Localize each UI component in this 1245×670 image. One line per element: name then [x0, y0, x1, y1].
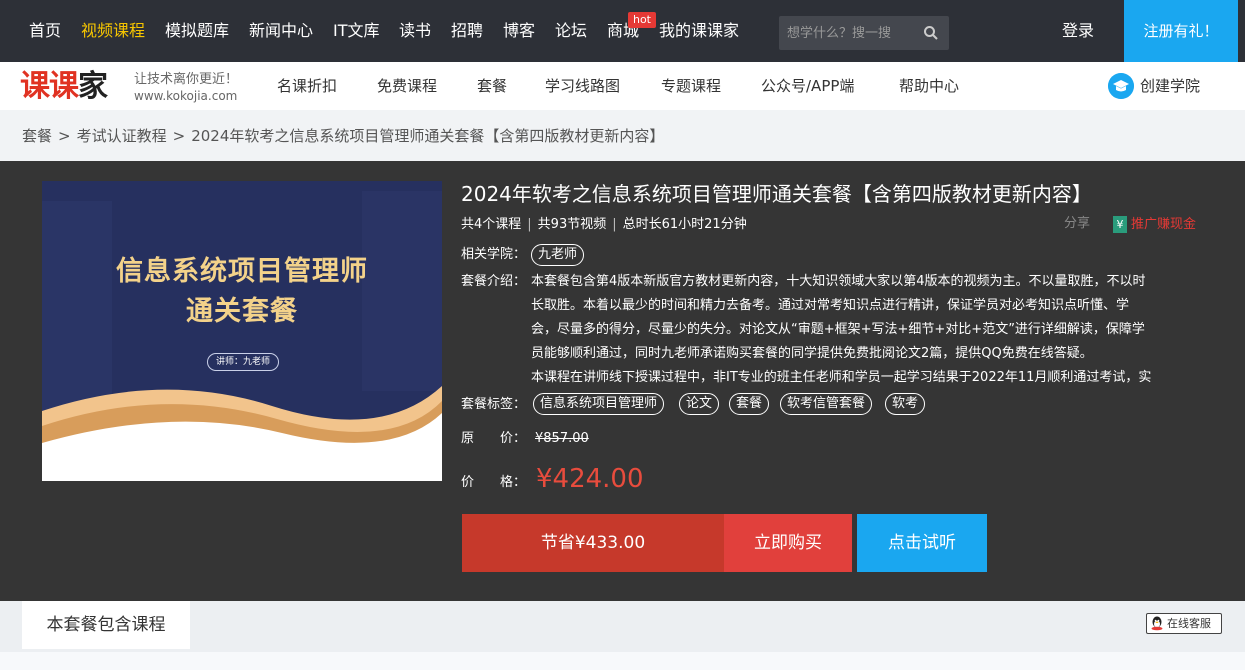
original-price-label: 原 价： [461, 431, 527, 446]
cover-dots [228, 472, 258, 478]
graduation-cap-icon [1108, 73, 1134, 99]
subnav-free-courses[interactable]: 免费课程 [377, 76, 437, 96]
register-button[interactable]: 注册有礼！ [1124, 0, 1238, 62]
search-input[interactable] [779, 16, 913, 50]
description-line: 会，尽量多的得分，尽量少的失分。对论文从“审题+框架+写法+细节+对比+范文”进… [531, 322, 1145, 337]
course-title: 2024年软考之信息系统项目管理师通关套餐【含第四版教材更新内容】 [461, 182, 1092, 206]
sub-nav: 课课家 让技术离你更近！ www.kokojia.com 名课折扣 免费课程 套… [0, 62, 1245, 110]
description-line: 员能够顺利通过，同时九老师承诺购买套餐的同学提供免费批阅论文2篇，提供QQ免费在… [531, 346, 1093, 361]
subnav-discount[interactable]: 名课折扣 [277, 76, 337, 96]
cover-title-line1: 信息系统项目管理师 [116, 256, 368, 287]
trial-listen-button[interactable]: 点击试听 [857, 514, 987, 572]
video-count: 共93节视频 [537, 217, 607, 232]
breadcrumb: 套餐 > 考试认证教程 >2024年软考之信息系统项目管理师通关套餐【含第四版教材更新… [22, 127, 665, 145]
college-tag[interactable]: 九老师 [531, 244, 585, 266]
nav-video-courses[interactable]: 视频课程 [81, 20, 145, 42]
buy-now-button[interactable]: 立即购买 [724, 514, 852, 572]
nav-reading[interactable]: 读书 [399, 20, 431, 42]
cover-teacher: 讲师：九老师 [207, 353, 279, 371]
description-line: 本课程在讲师线下授课过程中，非IT专业的班主任老师和学员一起学习结果于2022年… [531, 370, 1152, 385]
subnav-packages[interactable]: 套餐 [477, 76, 507, 96]
search-box [779, 16, 949, 50]
tags-label: 套餐标签： [461, 397, 527, 412]
tag-item[interactable]: 软考信管套餐 [780, 393, 873, 415]
online-service-button[interactable]: 在线客服 [1146, 613, 1222, 634]
tab-included-courses[interactable]: 本套餐包含课程 [22, 601, 190, 649]
tag-item[interactable]: 软考 [885, 393, 926, 415]
college-label: 相关学院： [461, 247, 527, 262]
subnav-app[interactable]: 公众号/APP端 [761, 76, 854, 96]
price-label: 价 格： [461, 475, 527, 490]
savings-display: 节省¥433.00 [462, 514, 724, 572]
nav-home[interactable]: 首页 [29, 20, 61, 42]
original-price: ¥857.00 [535, 431, 589, 446]
nav-question-bank[interactable]: 模拟题库 [165, 20, 229, 42]
tag-item[interactable]: 信息系统项目管理师 [533, 393, 665, 415]
tag-item[interactable]: 论文 [679, 393, 720, 415]
cover-background [42, 181, 442, 481]
nav-forum[interactable]: 论坛 [555, 20, 587, 42]
top-nav: 首页 视频课程 模拟题库 新闻中心 IT文库 读书 招聘 博客 论坛 商城 ho… [0, 0, 1245, 62]
site-logo[interactable]: 课课家 让技术离你更近！ www.kokojia.com [20, 67, 250, 109]
hot-badge: hot [628, 12, 656, 28]
share-link[interactable]: 分享 [1064, 215, 1090, 233]
nav-my-kokojia[interactable]: 我的课课家 [659, 20, 739, 42]
intro-label: 套餐介绍： [461, 274, 527, 289]
subnav-topics[interactable]: 专题课程 [661, 76, 721, 96]
nav-news[interactable]: 新闻中心 [249, 20, 313, 42]
course-cover[interactable]: 信息系统项目管理师 通关套餐 讲师：九老师 [42, 181, 442, 481]
yuan-icon: ¥ [1113, 216, 1127, 233]
search-icon[interactable] [923, 25, 939, 41]
subnav-help[interactable]: 帮助中心 [899, 76, 959, 96]
qq-penguin-icon [1151, 616, 1163, 631]
cover-title-line2: 通关套餐 [186, 296, 298, 327]
promo-link[interactable]: 推广赚现金 [1131, 216, 1196, 234]
breadcrumb-current: 2024年软考之信息系统项目管理师通关套餐【含第四版教材更新内容】 [191, 127, 665, 145]
nav-blog[interactable]: 博客 [503, 20, 535, 42]
subnav-learning-path[interactable]: 学习线路图 [545, 76, 620, 96]
course-meta: 共4个课程 | 共93节视频 | 总时长61小时21分钟 [461, 217, 747, 232]
total-duration: 总时长61小时21分钟 [622, 217, 747, 232]
tag-item[interactable]: 套餐 [729, 393, 770, 415]
logo-slogan: 让技术离你更近！ [134, 72, 239, 87]
logo-text: 课课家 [20, 69, 108, 104]
content-area [0, 652, 1245, 670]
course-description: 本套餐包含第4版本新版官方教材更新内容，十大知识领域大家以第4版本的视频为主。不… [531, 270, 1201, 388]
description-line: 本套餐包含第4版本新版官方教材更新内容，十大知识领域大家以第4版本的视频为主。不… [531, 274, 1146, 289]
create-college-label: 创建学院 [1140, 77, 1201, 95]
breadcrumb-item[interactable]: 考试认证教程 [77, 127, 167, 145]
logo-url: www.kokojia.com [134, 89, 238, 103]
nav-jobs[interactable]: 招聘 [451, 20, 483, 42]
online-service-label: 在线客服 [1167, 617, 1211, 630]
course-count: 共4个课程 [461, 217, 522, 232]
description-line: 长取胜。本着以最少的时间和精力去备考。通过对常考知识点进行精讲，保证学员对必考知… [531, 298, 1130, 313]
breadcrumb-item[interactable]: 套餐 [22, 127, 52, 145]
current-price: ¥424.00 [536, 464, 644, 494]
login-link[interactable]: 登录 [1062, 20, 1094, 42]
nav-it-library[interactable]: IT文库 [333, 20, 380, 42]
